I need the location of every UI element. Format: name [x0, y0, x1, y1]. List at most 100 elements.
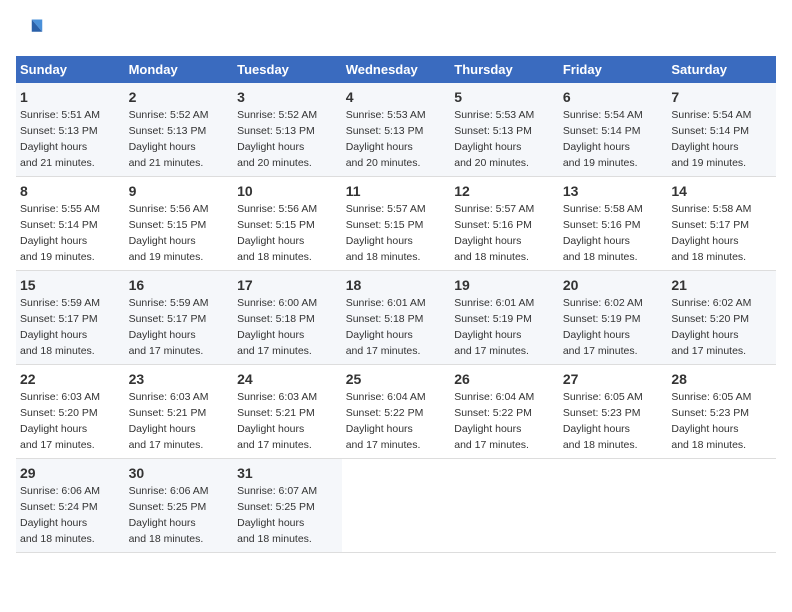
- day-daylight-label: Daylight hours: [454, 329, 521, 341]
- day-number: 11: [346, 181, 447, 201]
- day-daylight-label: Daylight hours: [454, 235, 521, 247]
- day-number: 24: [237, 369, 338, 389]
- calendar-day: 22Sunrise: 6:03 AMSunset: 5:20 PMDayligh…: [16, 365, 125, 459]
- calendar-day: 5Sunrise: 5:53 AMSunset: 5:13 PMDaylight…: [450, 83, 559, 177]
- day-daylight-label: Daylight hours: [563, 141, 630, 153]
- day-number: 4: [346, 87, 447, 107]
- day-sunset: Sunset: 5:20 PM: [20, 407, 98, 419]
- calendar-day: 27Sunrise: 6:05 AMSunset: 5:23 PMDayligh…: [559, 365, 668, 459]
- day-sunrise: Sunrise: 6:02 AM: [671, 297, 751, 309]
- day-sunrise: Sunrise: 5:58 AM: [563, 203, 643, 215]
- day-number: 7: [671, 87, 772, 107]
- day-daylight-duration: and 18 minutes.: [346, 251, 421, 263]
- day-sunset: Sunset: 5:18 PM: [237, 313, 315, 325]
- day-daylight-duration: and 18 minutes.: [563, 251, 638, 263]
- day-daylight-duration: and 17 minutes.: [346, 345, 421, 357]
- day-number: 3: [237, 87, 338, 107]
- day-daylight-duration: and 18 minutes.: [563, 439, 638, 451]
- day-number: 18: [346, 275, 447, 295]
- calendar-day: 21Sunrise: 6:02 AMSunset: 5:20 PMDayligh…: [667, 271, 776, 365]
- day-sunrise: Sunrise: 6:05 AM: [671, 391, 751, 403]
- day-daylight-duration: and 18 minutes.: [671, 251, 746, 263]
- day-number: 26: [454, 369, 555, 389]
- day-sunrise: Sunrise: 5:53 AM: [454, 109, 534, 121]
- calendar-week-row: 22Sunrise: 6:03 AMSunset: 5:20 PMDayligh…: [16, 365, 776, 459]
- day-daylight-duration: and 17 minutes.: [20, 439, 95, 451]
- day-daylight-duration: and 20 minutes.: [237, 157, 312, 169]
- calendar-day: 4Sunrise: 5:53 AMSunset: 5:13 PMDaylight…: [342, 83, 451, 177]
- day-daylight-label: Daylight hours: [237, 141, 304, 153]
- day-sunset: Sunset: 5:13 PM: [454, 125, 532, 137]
- day-number: 17: [237, 275, 338, 295]
- calendar-day: 18Sunrise: 6:01 AMSunset: 5:18 PMDayligh…: [342, 271, 451, 365]
- day-daylight-duration: and 17 minutes.: [129, 345, 204, 357]
- day-number: 16: [129, 275, 230, 295]
- day-sunrise: Sunrise: 5:59 AM: [129, 297, 209, 309]
- day-sunset: Sunset: 5:17 PM: [671, 219, 749, 231]
- day-sunrise: Sunrise: 5:56 AM: [237, 203, 317, 215]
- day-daylight-label: Daylight hours: [454, 423, 521, 435]
- day-sunrise: Sunrise: 5:52 AM: [129, 109, 209, 121]
- page-header: [16, 16, 776, 44]
- day-sunset: Sunset: 5:15 PM: [237, 219, 315, 231]
- day-daylight-duration: and 19 minutes.: [20, 251, 95, 263]
- day-daylight-label: Daylight hours: [20, 235, 87, 247]
- day-sunset: Sunset: 5:22 PM: [454, 407, 532, 419]
- day-daylight-label: Daylight hours: [129, 141, 196, 153]
- day-sunrise: Sunrise: 5:52 AM: [237, 109, 317, 121]
- day-daylight-duration: and 18 minutes.: [671, 439, 746, 451]
- day-sunrise: Sunrise: 5:59 AM: [20, 297, 100, 309]
- day-sunset: Sunset: 5:20 PM: [671, 313, 749, 325]
- day-sunset: Sunset: 5:13 PM: [20, 125, 98, 137]
- day-daylight-label: Daylight hours: [129, 517, 196, 529]
- calendar-day: 28Sunrise: 6:05 AMSunset: 5:23 PMDayligh…: [667, 365, 776, 459]
- day-daylight-label: Daylight hours: [20, 141, 87, 153]
- calendar-day: 17Sunrise: 6:00 AMSunset: 5:18 PMDayligh…: [233, 271, 342, 365]
- calendar-day: 11Sunrise: 5:57 AMSunset: 5:15 PMDayligh…: [342, 177, 451, 271]
- day-sunset: Sunset: 5:18 PM: [346, 313, 424, 325]
- day-sunset: Sunset: 5:17 PM: [129, 313, 207, 325]
- weekday-header: Thursday: [450, 56, 559, 83]
- day-sunset: Sunset: 5:19 PM: [454, 313, 532, 325]
- day-daylight-label: Daylight hours: [671, 329, 738, 341]
- day-sunset: Sunset: 5:13 PM: [346, 125, 424, 137]
- day-sunrise: Sunrise: 6:03 AM: [129, 391, 209, 403]
- calendar-empty-cell: [559, 459, 668, 553]
- day-daylight-duration: and 20 minutes.: [454, 157, 529, 169]
- calendar-week-row: 15Sunrise: 5:59 AMSunset: 5:17 PMDayligh…: [16, 271, 776, 365]
- day-daylight-label: Daylight hours: [237, 423, 304, 435]
- day-number: 9: [129, 181, 230, 201]
- day-sunset: Sunset: 5:13 PM: [237, 125, 315, 137]
- day-number: 19: [454, 275, 555, 295]
- day-daylight-duration: and 18 minutes.: [237, 533, 312, 545]
- day-sunrise: Sunrise: 5:57 AM: [454, 203, 534, 215]
- day-daylight-duration: and 21 minutes.: [20, 157, 95, 169]
- calendar-day: 19Sunrise: 6:01 AMSunset: 5:19 PMDayligh…: [450, 271, 559, 365]
- day-sunrise: Sunrise: 5:56 AM: [129, 203, 209, 215]
- calendar-day: 3 Sunrise: 5:52 AM Sunset: 5:13 PM Daylight…: [233, 83, 342, 177]
- day-sunset: Sunset: 5:13 PM: [129, 125, 207, 137]
- day-daylight-label: Daylight hours: [237, 517, 304, 529]
- day-daylight-label: Daylight hours: [20, 329, 87, 341]
- day-daylight-label: Daylight hours: [237, 329, 304, 341]
- day-sunset: Sunset: 5:16 PM: [454, 219, 532, 231]
- calendar-day: 29Sunrise: 6:06 AMSunset: 5:24 PMDayligh…: [16, 459, 125, 553]
- day-number: 14: [671, 181, 772, 201]
- day-daylight-label: Daylight hours: [129, 235, 196, 247]
- weekday-header: Friday: [559, 56, 668, 83]
- day-sunrise: Sunrise: 5:54 AM: [563, 109, 643, 121]
- calendar-day: 12 Sunrise: 5:57 AM Sunset: 5:16 PM Dayligh…: [450, 177, 559, 271]
- day-sunrise: Sunrise: 5:57 AM: [346, 203, 426, 215]
- day-sunrise: Sunrise: 5:54 AM: [671, 109, 751, 121]
- day-daylight-label: Daylight hours: [237, 235, 304, 247]
- day-daylight-duration: and 17 minutes.: [237, 345, 312, 357]
- day-sunrise: Sunrise: 6:04 AM: [346, 391, 426, 403]
- calendar-empty-cell: [667, 459, 776, 553]
- day-number: 8: [20, 181, 121, 201]
- day-daylight-duration: and 17 minutes.: [129, 439, 204, 451]
- day-number: 28: [671, 369, 772, 389]
- calendar-day: 31Sunrise: 6:07 AMSunset: 5:25 PMDayligh…: [233, 459, 342, 553]
- day-number: 12: [454, 181, 555, 201]
- day-daylight-duration: and 18 minutes.: [129, 533, 204, 545]
- day-sunrise: Sunrise: 5:55 AM: [20, 203, 100, 215]
